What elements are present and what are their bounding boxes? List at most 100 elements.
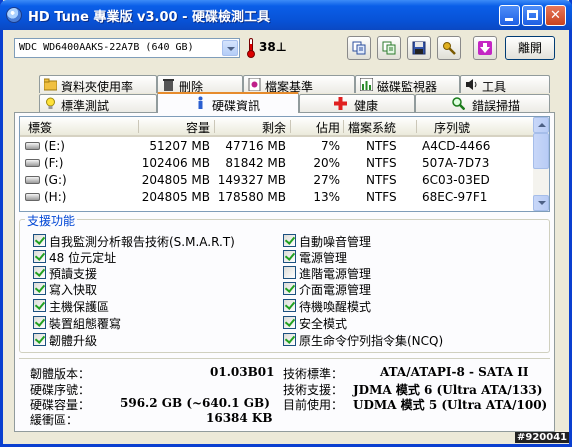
column-header-filesystem[interactable]: 檔案系統: [348, 119, 396, 136]
partition-label: (G:): [44, 173, 67, 187]
feature-label: 主機保護區: [49, 300, 110, 314]
checkbox[interactable]: [33, 333, 46, 346]
partition-list-scrollbar[interactable]: [533, 117, 549, 211]
info-icon: [198, 96, 203, 109]
standard-value: ATA/ATAPI-8 - SATA II: [380, 365, 529, 379]
checkbox[interactable]: [33, 266, 46, 279]
lightbulb-icon: [46, 97, 55, 109]
chevron-down-icon[interactable]: [222, 40, 238, 56]
firmware-label: 韌體版本：: [30, 367, 91, 381]
temperature-readout: 38⊥: [259, 40, 287, 54]
copy-info-button[interactable]: [347, 36, 371, 60]
partition-filesystem: NTFS: [366, 156, 397, 170]
tab-disk-monitor[interactable]: 磁碟監視器: [355, 75, 460, 94]
partition-row[interactable]: (H:) 204805 MB 178580 MB 13% NTFS 68EC-9…: [20, 189, 533, 206]
feature-label: 48 位元定址: [49, 251, 117, 265]
partition-free: 149327 MB: [217, 173, 286, 187]
feature-label: 韌體升級: [49, 334, 98, 348]
feature-label: 寫入快取: [49, 283, 98, 297]
partition-free: 81842 MB: [225, 156, 286, 170]
partition-free: 178580 MB: [217, 190, 286, 204]
checkbox[interactable]: [283, 250, 296, 263]
exit-button[interactable]: 離開: [505, 36, 555, 60]
checkbox[interactable]: [283, 234, 296, 247]
magnifier-icon: [452, 97, 465, 110]
drive-select[interactable]: WDC WD6400AAKS-22A7B (640 GB): [14, 38, 240, 58]
speaker-icon: [466, 79, 477, 90]
capacity-value: 596.2 GB (~640.1 GB): [120, 396, 270, 410]
maximize-icon: [527, 10, 538, 20]
feature-label: 電源管理: [299, 251, 348, 265]
scroll-up-icon[interactable]: [533, 117, 549, 133]
checkbox[interactable]: [33, 299, 46, 312]
checkbox[interactable]: [33, 282, 46, 295]
scroll-down-icon[interactable]: [533, 195, 549, 211]
maximize-button[interactable]: [522, 5, 543, 26]
checkbox[interactable]: [283, 316, 296, 329]
feature-label: 進階電源管理: [299, 267, 372, 281]
title-bar[interactable]: HD Tune 專業版 v3.00 - 硬碟檢測工具 ✕: [0, 0, 572, 30]
copy-all-icon: [382, 41, 396, 55]
column-header-label[interactable]: 標簽: [28, 119, 52, 136]
feature-label: 裝置組態覆寫: [49, 317, 122, 331]
tab-error-scan[interactable]: 錯誤掃描: [415, 94, 550, 113]
options-button[interactable]: [437, 36, 461, 60]
floppy-disk-icon: [412, 41, 426, 55]
partition-row[interactable]: (E:) 51207 MB 47716 MB 7% NTFS A4CD-4466: [20, 138, 533, 155]
save-button[interactable]: [407, 36, 431, 60]
tab-drive-info[interactable]: 硬碟資訊: [157, 92, 299, 113]
features-title: 支援功能: [25, 212, 78, 229]
minimize-button[interactable]: [499, 5, 520, 26]
tab-label: 工具: [482, 80, 507, 94]
column-header-serial[interactable]: 序列號: [434, 119, 470, 136]
tab-file-benchmark[interactable]: 檔案基準: [243, 75, 355, 94]
checkbox[interactable]: [283, 299, 296, 312]
tab-folder-usage[interactable]: 資料夾使用率: [39, 75, 157, 94]
firmware-value: 01.03B01: [210, 365, 275, 379]
feature-label: 待機喚醒模式: [299, 300, 372, 314]
checkbox[interactable]: [283, 266, 296, 279]
file-benchmark-icon: [248, 78, 261, 91]
checkbox[interactable]: [33, 316, 46, 329]
tab-tools[interactable]: 工具: [460, 75, 550, 94]
column-header-capacity[interactable]: 容量: [140, 119, 210, 136]
copy-all-button[interactable]: [377, 36, 401, 60]
buffer-value: 16384 KB: [206, 411, 273, 425]
partition-filesystem: NTFS: [366, 173, 397, 187]
checkbox[interactable]: [283, 333, 296, 346]
download-button[interactable]: [473, 36, 497, 60]
copy-icon: [352, 41, 366, 55]
partition-filesystem: NTFS: [366, 190, 397, 204]
partition-row[interactable]: (F:) 102406 MB 81842 MB 20% NTFS 507A-7D…: [20, 155, 533, 172]
drive-select-value: WDC WD6400AAKS-22A7B (640 GB): [19, 42, 194, 53]
partition-serial: 68EC-97F1: [422, 190, 488, 204]
checkbox[interactable]: [283, 282, 296, 295]
tab-health[interactable]: 健康: [299, 94, 415, 113]
column-header-used[interactable]: 佔用: [292, 119, 340, 136]
partition-free: 47716 MB: [225, 139, 286, 153]
tab-benchmark[interactable]: 標準測試: [39, 94, 157, 113]
hard-drive-icon: [25, 176, 40, 184]
partition-filesystem: NTFS: [366, 139, 397, 153]
feature-label: 預讀支援: [49, 267, 98, 281]
partition-list-header: 標簽 容量 剩余 佔用 檔案系統 序列號: [20, 117, 533, 137]
column-header-free[interactable]: 剩余: [216, 119, 286, 136]
partition-list[interactable]: 標簽 容量 剩余 佔用 檔案系統 序列號 (E:) 51207 MB 47716…: [19, 116, 550, 212]
standard-label: 技術標準：: [283, 367, 344, 381]
scrollbar-thumb[interactable]: [533, 133, 549, 169]
close-button[interactable]: ✕: [545, 5, 566, 26]
checkbox[interactable]: [33, 250, 46, 263]
partition-row[interactable]: (G:) 204805 MB 149327 MB 27% NTFS 6C03-0…: [20, 172, 533, 189]
window-title: HD Tune 專業版 v3.00 - 硬碟檢測工具: [28, 10, 271, 25]
feature-label: 安全模式: [299, 317, 348, 331]
bar-chart-icon: [360, 78, 373, 91]
partition-label: (H:): [44, 190, 67, 204]
current-mode-value: UDMA 模式 5 (Ultra ATA/100): [353, 398, 548, 412]
partition-label: (E:): [44, 139, 65, 153]
checkbox[interactable]: [33, 234, 46, 247]
image-watermark: #920041: [515, 432, 570, 443]
partition-used: 7%: [320, 139, 340, 153]
minimize-icon: [505, 18, 513, 21]
tab-erase[interactable]: 刪除: [157, 75, 243, 94]
red-cross-icon: [334, 97, 347, 110]
